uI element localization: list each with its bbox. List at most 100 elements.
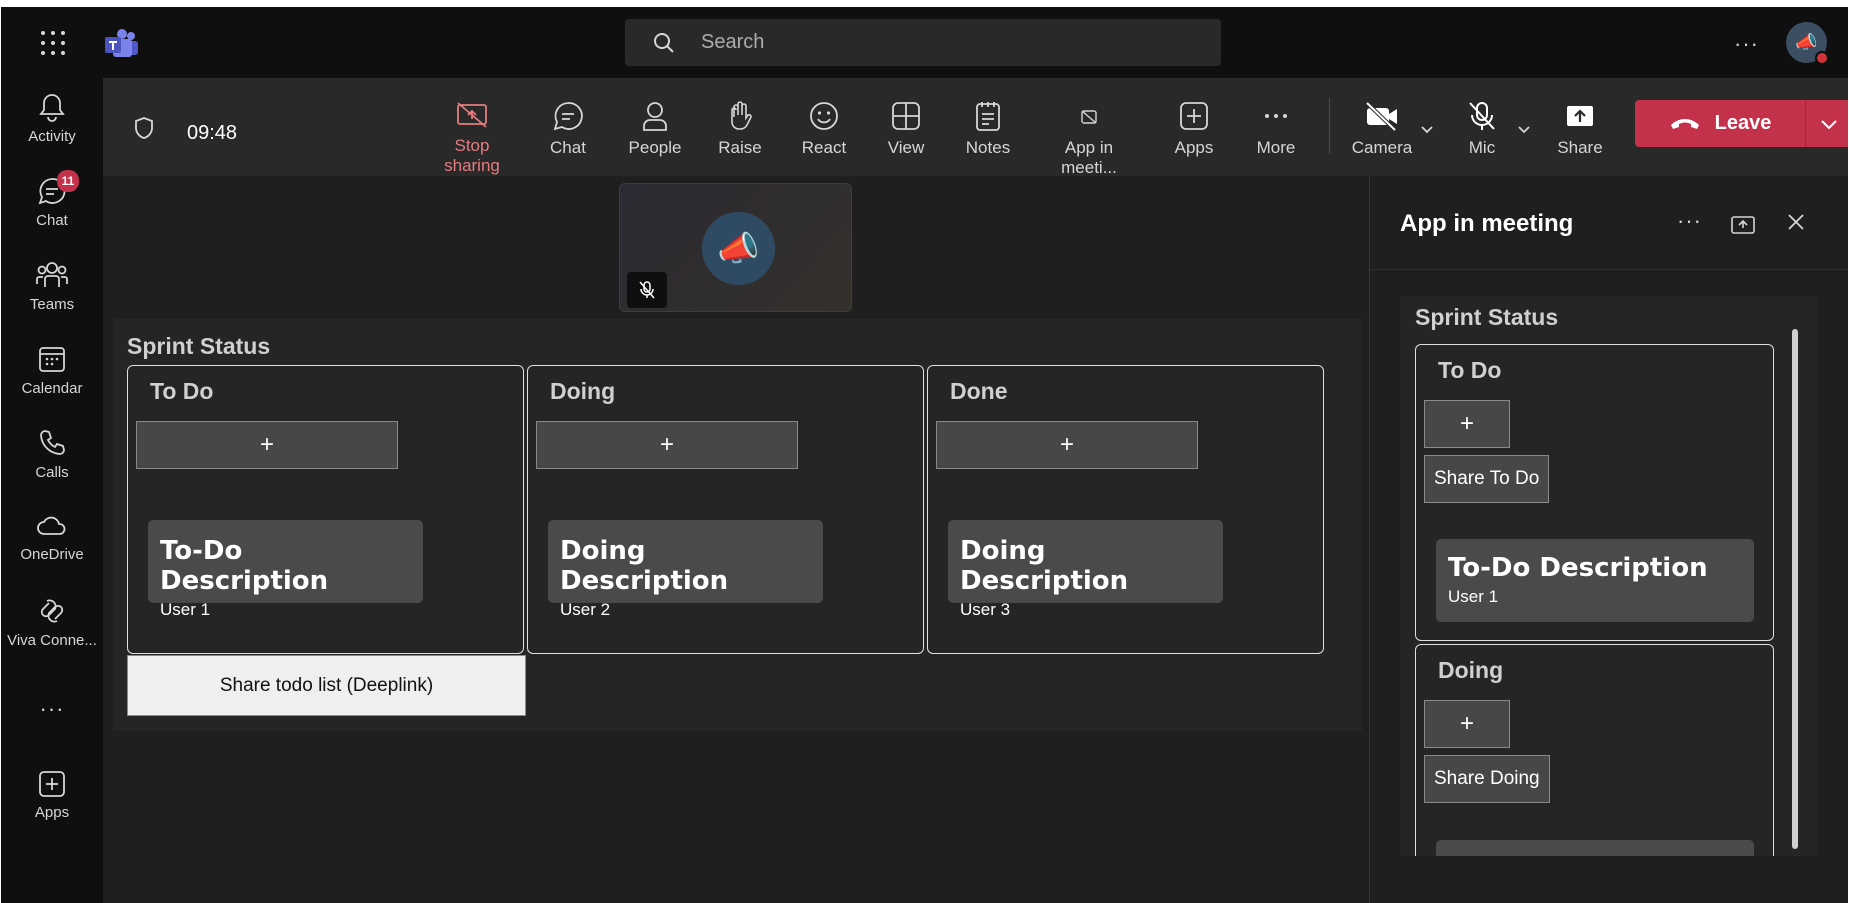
card-title: To-Do Description	[160, 536, 329, 596]
task-card[interactable]: Doing Description User 3	[948, 520, 1223, 619]
share-screen-icon	[1567, 106, 1593, 126]
column-title: To Do	[1438, 357, 1502, 383]
panel-board-title: Sprint Status	[1415, 304, 1559, 330]
rail-item-calls[interactable]: Calls	[1, 428, 103, 481]
panel-scrollbar[interactable]	[1792, 329, 1798, 849]
leave-options-chevron-icon[interactable]	[1806, 100, 1848, 147]
share-label: Share	[1557, 138, 1603, 157]
rail-item-onedrive[interactable]: OneDrive	[1, 512, 103, 563]
rail-item-calendar[interactable]: Calendar	[1, 344, 103, 397]
stop-sharing-label: Stop sharing	[444, 136, 500, 175]
rail-item-viva[interactable]: Viva Conne...	[1, 596, 103, 649]
camera-button[interactable]: Camera	[1350, 100, 1414, 158]
people-icon	[643, 102, 667, 131]
view-label: View	[887, 138, 925, 157]
megaphone-icon: 📣	[1795, 32, 1818, 52]
chat-icon	[553, 102, 583, 131]
chat-label: Chat	[550, 138, 586, 157]
camera-options-chevron-icon[interactable]	[1420, 122, 1434, 136]
rail-item-apps[interactable]: Apps	[1, 770, 103, 821]
toolbar-divider	[1329, 98, 1330, 154]
raise-hand-button[interactable]: Raise	[713, 100, 767, 158]
rail-label: OneDrive	[20, 546, 84, 563]
column-done: Done + Doing Description User 3	[927, 365, 1324, 654]
column-title: To Do	[150, 378, 214, 404]
task-card[interactable]: Doing Description User 2	[548, 520, 823, 619]
share-doing-button[interactable]: Share Doing	[1424, 755, 1550, 803]
bell-icon	[39, 94, 65, 122]
pop-out-icon[interactable]	[1730, 213, 1756, 235]
avatar[interactable]: 📣	[1786, 22, 1829, 65]
search-box[interactable]	[625, 19, 1221, 66]
app-side-panel: App in meeting ··· Sprint Status To Do +…	[1369, 176, 1848, 903]
title-bar: ··· 📣	[1, 7, 1848, 78]
card-user: User 3	[960, 600, 1011, 619]
share-deeplink-button[interactable]: Share todo list (Deeplink)	[127, 655, 526, 716]
task-card[interactable]: To-Do Description User 1	[148, 520, 423, 619]
stop-sharing-icon	[457, 102, 487, 128]
card-title: Doing Description	[960, 536, 1129, 596]
task-card[interactable]: To-Do Description User 1	[1436, 539, 1754, 622]
rail-label: Calls	[35, 464, 69, 481]
chat-count-badge: 11	[57, 170, 79, 192]
apps-button[interactable]: Apps	[1169, 100, 1219, 158]
phone-icon	[40, 430, 65, 455]
app-in-meeting-label: App in meeti...	[1061, 138, 1117, 177]
people-button[interactable]: People	[623, 100, 687, 158]
share-button[interactable]: Share	[1553, 100, 1607, 158]
panel-app-content: Sprint Status To Do + Share To Do To-Do …	[1400, 296, 1818, 856]
view-button[interactable]: View	[881, 100, 931, 158]
column-title: Doing	[1438, 657, 1504, 683]
app-icon	[1081, 110, 1097, 124]
add-todo-button[interactable]: +	[136, 421, 398, 469]
notes-label: Notes	[965, 138, 1011, 157]
more-button[interactable]: More	[1251, 100, 1301, 158]
grid-view-icon	[892, 102, 920, 130]
add-doing-button[interactable]: +	[1424, 700, 1510, 748]
rail-item-chat[interactable]: 11 Chat	[1, 170, 103, 229]
mic-button[interactable]: Mic	[1460, 100, 1504, 158]
rail-item-teams[interactable]: Teams	[1, 260, 103, 313]
cloud-icon	[37, 516, 66, 535]
raise-hand-icon	[731, 101, 752, 130]
app-in-meeting-button[interactable]: App in meeti...	[1035, 100, 1143, 188]
viva-icon	[40, 599, 64, 623]
panel-column-doing: Doing + Share Doing	[1415, 644, 1774, 856]
add-doing-button[interactable]: +	[536, 421, 798, 469]
card-user: User 1	[160, 600, 211, 619]
rail-label: Apps	[34, 804, 70, 821]
emoji-icon	[810, 102, 838, 130]
search-input[interactable]	[701, 31, 1181, 54]
participant-video-tile[interactable]: 📣	[619, 183, 852, 312]
rail-item-activity[interactable]: Activity	[1, 92, 103, 145]
notes-button[interactable]: Notes	[962, 100, 1014, 158]
muted-mic-icon	[627, 272, 667, 308]
close-icon[interactable]	[1786, 212, 1806, 232]
react-button[interactable]: React	[795, 100, 853, 158]
notes-icon	[976, 102, 1000, 131]
board-title: Sprint Status	[127, 333, 271, 359]
teams-icon	[36, 262, 68, 287]
leave-main[interactable]: Leave	[1635, 100, 1805, 147]
add-done-button[interactable]: +	[936, 421, 1198, 469]
rail-label: Activity	[28, 128, 76, 145]
chat-button[interactable]: Chat	[543, 100, 593, 158]
add-todo-button[interactable]: +	[1424, 400, 1510, 448]
app-launcher-icon[interactable]	[41, 31, 65, 55]
mic-label: Mic	[1468, 138, 1496, 157]
rail-more-icon[interactable]: ···	[1, 696, 103, 722]
task-card[interactable]	[1436, 840, 1754, 856]
settings-more-icon[interactable]: ···	[1734, 31, 1759, 57]
panel-more-icon[interactable]: ···	[1677, 208, 1702, 234]
shield-icon[interactable]	[133, 116, 155, 140]
column-todo: To Do + To-Do Description User 1	[127, 365, 524, 654]
more-label: More	[1256, 138, 1296, 157]
teams-window: ··· 📣 Activity 11 Chat Teams Calendar Ca…	[1, 7, 1848, 903]
share-todo-button[interactable]: Share To Do	[1424, 455, 1550, 503]
mic-options-chevron-icon[interactable]	[1517, 122, 1531, 136]
teams-logo-icon	[105, 29, 138, 57]
add-app-icon	[1180, 102, 1208, 130]
stop-sharing-button[interactable]: Stop sharing	[425, 100, 519, 176]
panel-divider	[1370, 269, 1848, 270]
leave-button[interactable]: Leave	[1635, 100, 1848, 147]
